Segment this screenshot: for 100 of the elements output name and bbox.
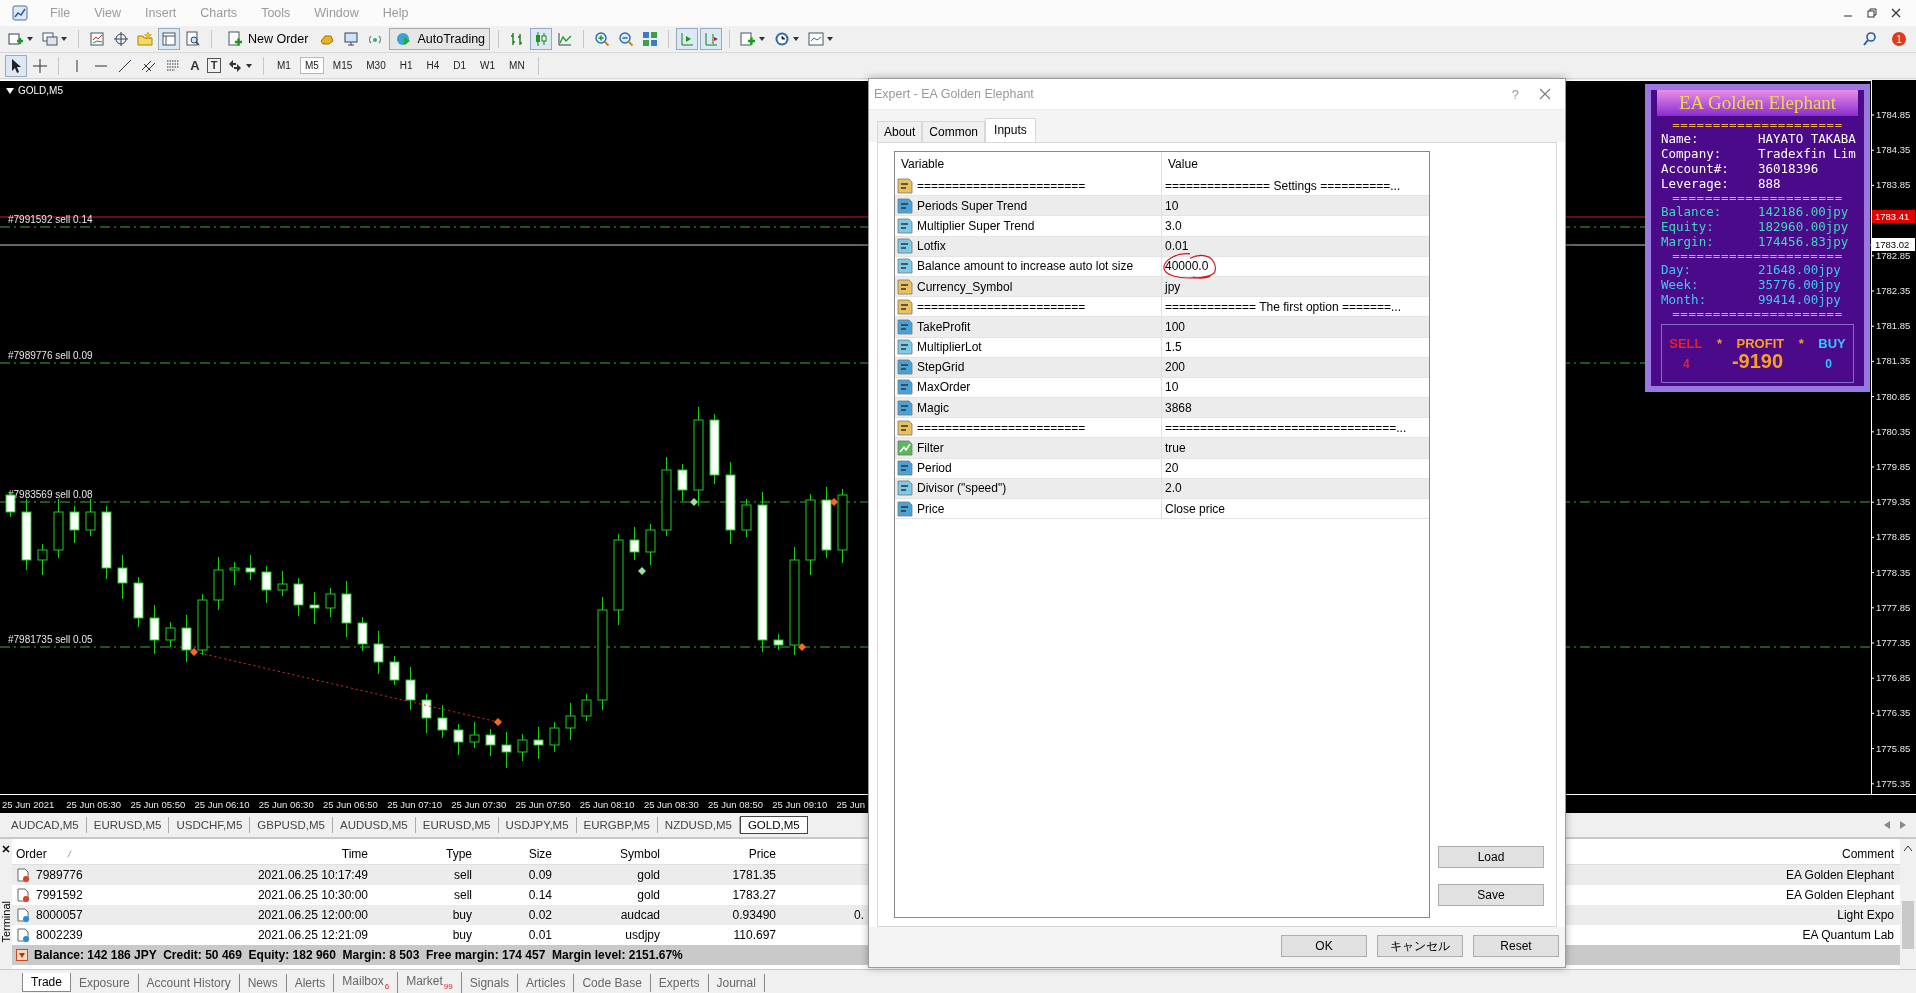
parameter-value[interactable]: 1.5 [1165,340,1182,355]
chart-tab[interactable]: USDJPY,M5 [498,817,577,833]
terminal-tab[interactable]: Trade [22,973,71,992]
dialog-side-button[interactable]: Load [1438,846,1544,868]
caret-icon[interactable] [246,63,252,68]
stacked-windows-icon[interactable] [40,29,60,49]
column-header[interactable]: Time [164,846,372,861]
terminal-tab[interactable]: Signals [461,973,519,992]
dialog-side-button[interactable]: Save [1438,884,1544,906]
chart-tab[interactable]: AUDUSD,M5 [333,817,416,833]
parameter-value[interactable]: =================================... [1165,420,1407,435]
period-button[interactable]: M15 [327,57,358,74]
terminal-tab[interactable]: Journal [708,973,765,992]
caret-icon[interactable] [827,37,834,41]
chart-tab[interactable]: GBPUSD,M5 [250,817,334,833]
table-cell-text: buy [451,928,473,942]
parameter-value[interactable]: 0.01 [1165,239,1189,254]
order-document-icon [16,908,30,922]
column-header[interactable]: Variable [895,152,1162,176]
parameter-value[interactable]: ============= The first option =======... [1165,299,1401,314]
dialog-button[interactable]: Reset [1473,935,1559,957]
chart-tab[interactable]: GOLD,M5 [739,816,808,834]
autotrading-button[interactable]: AutoTrading [389,28,491,50]
terminal-tab[interactable]: Mailbox$_{6}$ [334,972,399,993]
cursor-icon[interactable] [6,55,26,76]
period-button[interactable]: MN [504,57,530,74]
app-logo-icon[interactable] [12,5,28,21]
terminal-tab[interactable]: News [239,973,287,992]
scroll-bar[interactable] [1900,839,1916,969]
dialog-button[interactable]: OK [1281,935,1367,957]
parameter-value[interactable]: =============== Settings ==========... [1165,178,1401,193]
column-header[interactable]: Type [372,846,476,861]
terminal-tab[interactable]: Experts [650,973,709,992]
text-label-tool-button[interactable]: T [207,58,221,73]
column-header[interactable]: Order [12,846,164,861]
candle [437,704,448,739]
parameter-value[interactable]: 2.0 [1165,481,1182,496]
parameter-value[interactable]: 10 [1165,380,1179,395]
column-header[interactable]: Value [1162,152,1429,176]
dialog-tab[interactable]: Inputs [985,118,1036,142]
scroll-left-icon[interactable] [1884,821,1890,829]
terminal-tab[interactable]: Exposure [70,973,139,992]
dialog-button[interactable]: キャンセル [1377,935,1463,957]
scroll-right-icon[interactable] [1900,821,1906,829]
dialog-tab[interactable]: Common [922,121,986,142]
period-button[interactable]: H1 [394,57,418,74]
terminal-tab[interactable]: Code Base [574,973,651,992]
terminal-tab[interactable]: Alerts [286,973,335,992]
parameter-value[interactable]: 10 [1165,198,1179,213]
period-button[interactable]: M1 [272,57,296,74]
period-button[interactable]: D1 [448,57,472,74]
dropdown-triangle-icon[interactable] [6,87,14,94]
terminal-tab[interactable]: Account History [138,973,240,992]
chart-tab[interactable]: USDCHF,M5 [169,817,251,833]
parameter-value[interactable]: 200 [1165,360,1186,375]
chart-tab[interactable]: EURGBP,M5 [576,817,658,833]
star-folder-icon[interactable] [135,29,155,49]
period-button[interactable]: M5 [299,57,324,74]
scroll-up-icon[interactable] [1904,845,1912,851]
parameter-value[interactable]: true [1165,441,1186,456]
restore-icon[interactable] [1866,7,1878,19]
terminal-tab[interactable]: Market$_{99}$ [398,972,462,993]
chart-tab[interactable]: NZDUSD,M5 [657,817,740,833]
period-button[interactable]: W1 [475,57,501,74]
parameter-value[interactable]: jpy [1165,279,1181,294]
column-header[interactable]: Comment [1680,846,1900,861]
parameter-value[interactable]: 40000.0 [1165,259,1209,274]
order-number[interactable]: 8002239 [36,928,83,942]
parameter-value[interactable]: 3868 [1165,400,1192,415]
candlestick-icon[interactable] [531,29,552,49]
column-header[interactable]: Symbol [556,846,664,861]
caret-icon[interactable] [27,37,33,41]
column-header[interactable]: Price [664,846,780,861]
column-header[interactable]: Size [476,846,556,861]
close-icon[interactable] [2,845,10,853]
text-tool-button[interactable]: A [187,58,203,73]
parameter-value[interactable]: 100 [1165,319,1186,334]
order-number[interactable]: 7991592 [36,888,83,902]
template-icon[interactable] [806,29,827,49]
notification-badge[interactable]: 1 [1892,32,1906,46]
parameter-value[interactable]: Close price [1165,501,1226,516]
period-button[interactable]: M30 [361,57,391,74]
chart-tab[interactable]: EURUSD,M5 [415,817,499,833]
new-order-button[interactable]: New Order [220,28,314,50]
caret-icon[interactable] [793,37,800,41]
order-number[interactable]: 7989776 [36,868,83,882]
market-watch-icon[interactable] [87,29,107,49]
caret-icon[interactable] [61,37,67,41]
period-button[interactable]: H4 [421,57,445,74]
order-number[interactable]: 8000057 [36,908,83,922]
close-icon[interactable] [1890,7,1902,19]
terminal-tab[interactable]: Articles [518,973,575,992]
crosshair-icon[interactable] [111,29,131,49]
dialog-tab[interactable]: About [877,121,923,142]
caret-icon[interactable] [759,37,766,41]
window-icon[interactable] [159,29,179,49]
chart-tab[interactable]: EURUSD,M5 [86,817,170,833]
parameter-value[interactable]: 20 [1165,461,1179,476]
chart-tab[interactable]: AUDCAD,M5 [4,817,87,833]
parameter-value[interactable]: 3.0 [1165,218,1182,233]
